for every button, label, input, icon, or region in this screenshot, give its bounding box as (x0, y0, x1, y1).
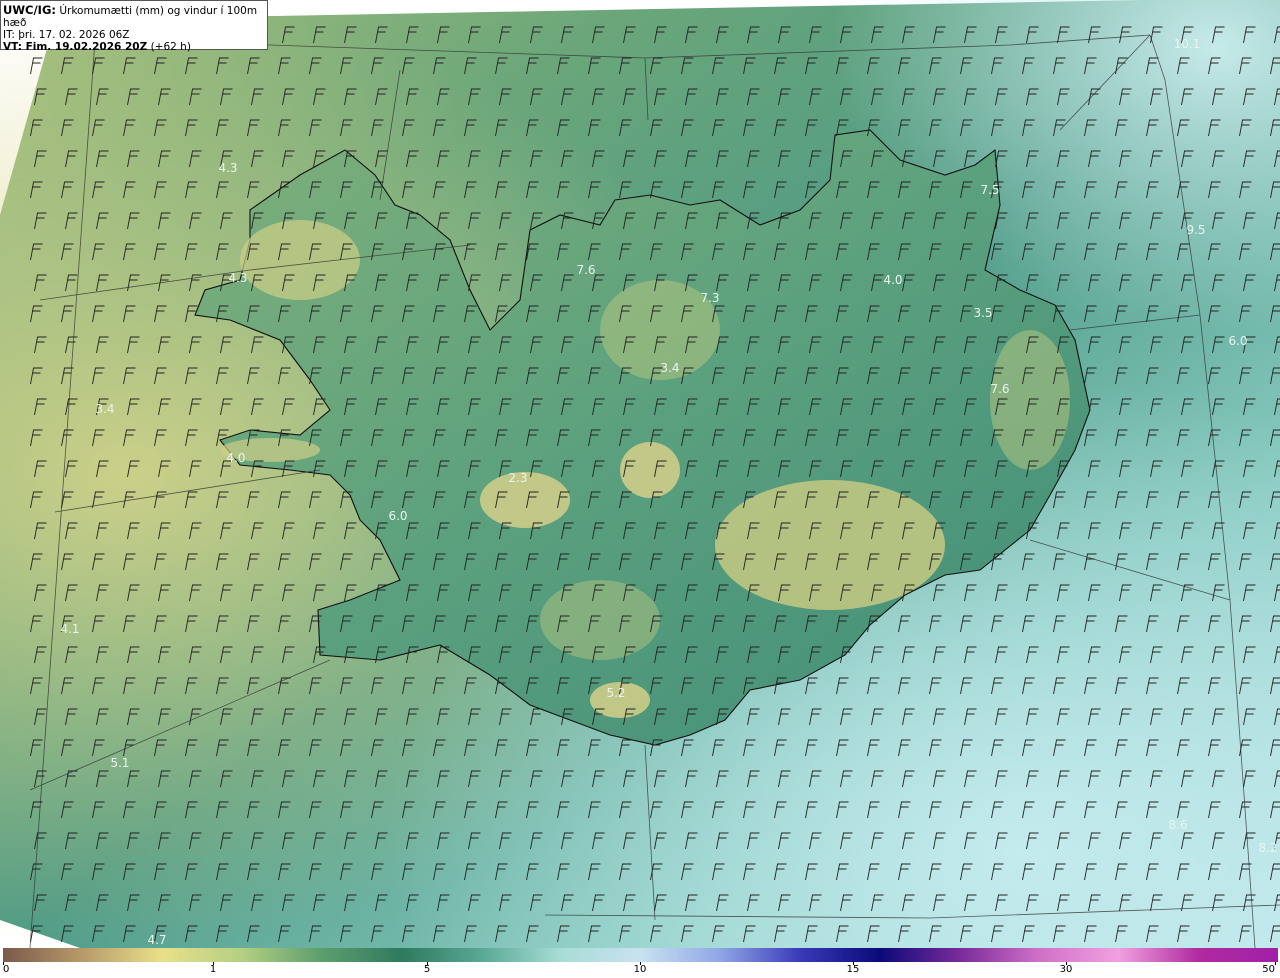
precip-value-label: 6.0 (388, 509, 407, 523)
precip-value-label: 4.1 (60, 622, 79, 636)
valid-time-line: VT: Fim. 19.02.2026 20Z (+62 h) (3, 41, 267, 53)
colorbar-tick-label: 50 (1262, 964, 1275, 975)
precip-value-label: 2.3 (508, 471, 527, 485)
precip-value-label: 4.3 (228, 271, 247, 285)
precip-value-label: 3.5 (973, 306, 992, 320)
colorbar-tick-label: 15 (846, 964, 860, 975)
south-high (540, 580, 660, 660)
precip-value-label: 4.0 (883, 273, 902, 287)
precip-value-label: 3.4 (95, 402, 114, 416)
colorbar-tick-label: 10 (633, 964, 647, 975)
colorbar-tick-label: 1 (209, 964, 217, 975)
colorbar-tick-label: 30 (1059, 964, 1073, 975)
hofsjokull (620, 442, 680, 498)
precip-value-label: 9.5 (1186, 223, 1205, 237)
precip-value-label: 8.2 (1258, 841, 1277, 855)
colorbar-tick-label: 0 (3, 964, 10, 975)
init-time: IT: þri. 17. 02. 2026 06Z (3, 29, 130, 41)
precip-value-label: 4.7 (147, 933, 166, 947)
title-line: UWC/IG: Úrkomumætti (mm) og vindur í 100… (3, 4, 267, 29)
precip-value-label: 5.2 (606, 686, 625, 700)
forecast-map: 4.3 4.3 3.4 4.0 2.3 6.0 4.1 5.1 4.7 7.6 7.3 3.4 4.0 3… (0, 0, 1280, 949)
precip-value-label: 7.6 (576, 263, 595, 277)
precip-value-label: 7.6 (990, 382, 1009, 396)
precip-value-label: 7.3 (700, 291, 719, 305)
precip-value-label: 7.5 (980, 183, 999, 197)
lead-time: (+62 h) (147, 41, 191, 53)
precip-value-label: 8.6 (1168, 818, 1187, 832)
precip-value-label: 10.1 (1174, 37, 1201, 51)
model-code: UWC/IG: (3, 3, 56, 17)
precip-value-label: 4.0 (226, 451, 245, 465)
westfjords-high (240, 220, 360, 300)
colorbar: 0 1 5 10 15 30 50 (0, 948, 1280, 978)
map-canvas: 4.3 4.3 3.4 4.0 2.3 6.0 4.1 5.1 4.7 7.6 7.3 3.4 4.0 3… (0, 0, 1280, 949)
colorbar-tick-label: 5 (423, 964, 431, 975)
precip-value-label: 6.0 (1228, 334, 1247, 348)
precip-value-label: 4.3 (218, 161, 237, 175)
precip-value-label: 5.1 (110, 756, 129, 770)
valid-time: VT: Fim. 19.02.2026 20Z (3, 41, 148, 53)
colorbar-tick (1275, 962, 1276, 965)
colorbar-strip (3, 948, 1278, 962)
precip-value-label: 3.4 (660, 361, 679, 375)
info-box: UWC/IG: Úrkomumætti (mm) og vindur í 100… (0, 0, 268, 53)
